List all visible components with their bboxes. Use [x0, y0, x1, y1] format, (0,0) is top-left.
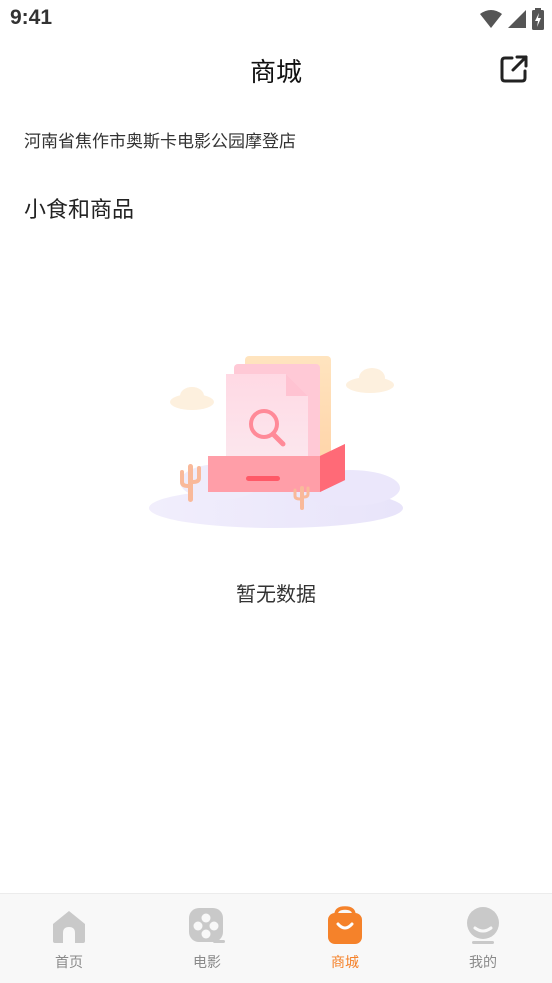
tab-mine-label: 我的 — [469, 955, 497, 971]
empty-state-illustration — [149, 356, 403, 528]
tab-movie-label: 电影 — [193, 955, 221, 971]
home-icon — [53, 911, 85, 943]
status-time: 9:41 — [10, 6, 53, 29]
screen: 9:41 商城 河南省焦作市奥斯卡电影公园摩登店 小食和商品 暂无数据 首页 电… — [0, 0, 552, 983]
empty-state-text: 暂无数据 — [236, 582, 316, 606]
tab-mall[interactable]: 商城 — [276, 894, 414, 983]
share-external-icon — [500, 55, 528, 83]
tab-bar: 首页 电影 商城 我的 — [0, 893, 552, 983]
tab-home[interactable]: 首页 — [0, 894, 138, 983]
film-reel-icon — [189, 908, 225, 943]
status-icons — [480, 8, 544, 30]
wifi-icon — [480, 10, 502, 28]
tab-movie[interactable]: 电影 — [138, 894, 276, 983]
battery-icon — [532, 8, 544, 30]
section-title: 小食和商品 — [24, 198, 135, 223]
page-title: 商城 — [249, 58, 302, 88]
tab-mall-label: 商城 — [331, 955, 359, 971]
shopping-bag-icon — [328, 906, 362, 944]
tab-home-label: 首页 — [55, 955, 83, 971]
signal-icon — [508, 10, 526, 28]
share-button[interactable] — [498, 53, 530, 85]
cinema-name: 河南省焦作市奥斯卡电影公园摩登店 — [24, 132, 296, 152]
tab-mine[interactable]: 我的 — [414, 894, 552, 983]
header: 商城 — [0, 38, 552, 100]
status-bar: 9:41 — [0, 0, 552, 38]
profile-icon — [467, 907, 499, 944]
